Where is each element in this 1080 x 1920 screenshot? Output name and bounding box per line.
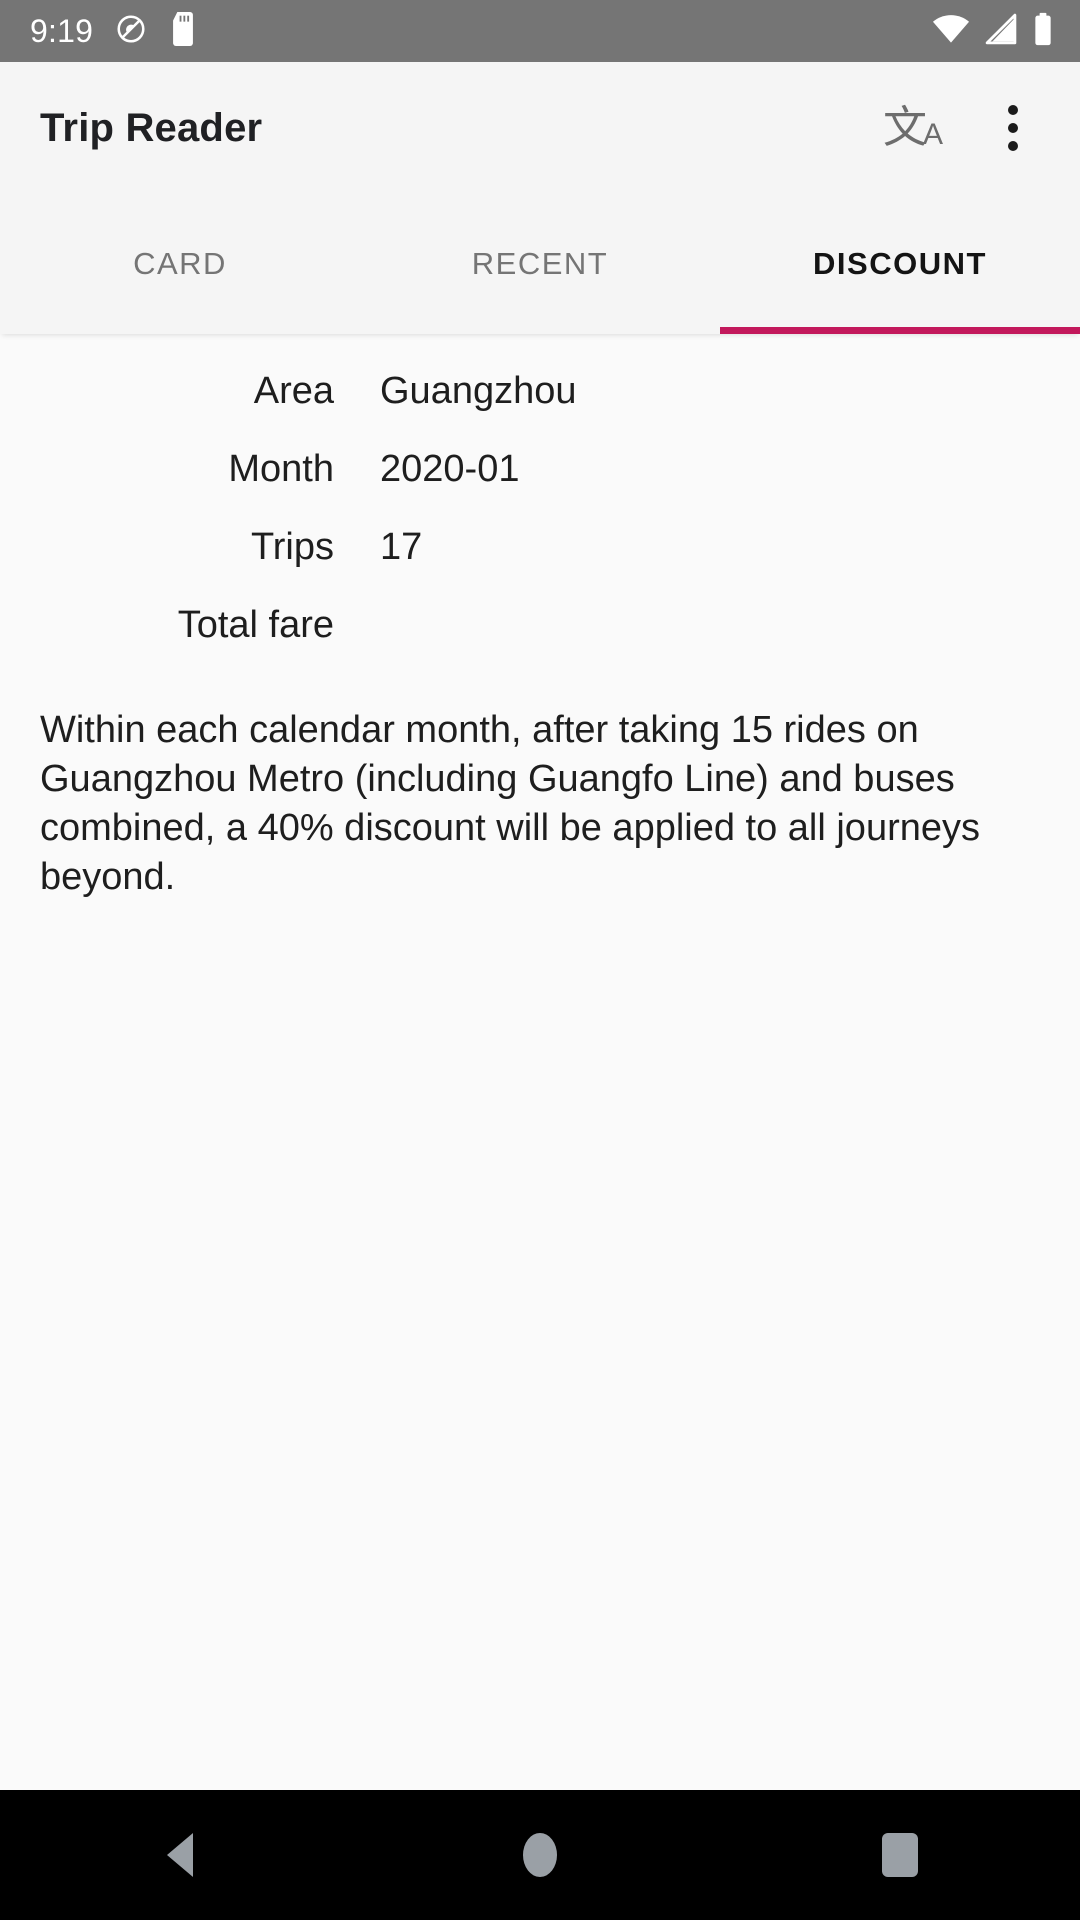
month-value: 2020-01	[380, 448, 520, 490]
tab-card-label: CARD	[133, 246, 227, 281]
navigation-bar	[0, 1790, 1080, 1920]
tab-recent[interactable]: RECENT	[360, 194, 720, 334]
sd-card-icon	[169, 11, 197, 51]
translate-icon: 文A	[883, 106, 943, 150]
status-clock: 9:19	[30, 13, 94, 49]
overflow-menu-button[interactable]	[974, 89, 1052, 167]
trips-value: 17	[380, 526, 423, 568]
nav-back-button[interactable]	[0, 1790, 360, 1920]
tab-discount-label: DISCOUNT	[813, 246, 987, 281]
wifi-icon	[932, 13, 970, 50]
page-title: Trip Reader	[40, 105, 263, 150]
area-value: Guangzhou	[380, 370, 577, 412]
tab-recent-label: RECENT	[471, 246, 609, 281]
trip-details-table: Area Guangzhou Month 2020-01 Trips 17 To…	[0, 334, 1080, 664]
nav-home-button[interactable]	[360, 1790, 720, 1920]
status-bar-right	[932, 12, 1054, 51]
phone-screen: 9:19 Trip Reader 文 A CARD RECENT DISCOUN…	[0, 0, 1080, 1920]
nav-recents-button[interactable]	[720, 1790, 1080, 1920]
active-tab-indicator	[720, 327, 1080, 334]
tab-discount[interactable]: DISCOUNT	[720, 194, 1080, 334]
month-label: Month	[228, 448, 334, 490]
trips-label: Trips	[250, 526, 334, 568]
app-bar-actions: 文A	[874, 89, 1052, 167]
status-bar-left: 9:19	[30, 11, 197, 51]
status-bar: 9:19	[0, 0, 1080, 62]
translate-button[interactable]: 文A	[874, 89, 952, 167]
table-row: Area Guangzhou	[0, 352, 1080, 430]
discount-description: Within each calendar month, after taking…	[40, 709, 980, 898]
overflow-menu-icon	[1008, 105, 1018, 151]
total-fare-label: Total fare	[177, 604, 334, 646]
app-bar: Trip Reader 文A	[0, 62, 1080, 194]
home-icon	[523, 1833, 557, 1877]
table-row: Total fare	[0, 586, 1080, 664]
tab-card[interactable]: CARD	[0, 194, 360, 334]
back-icon	[167, 1833, 193, 1877]
translate-icon-main: 文	[882, 103, 927, 152]
table-row: Trips 17	[0, 508, 1080, 586]
area-label: Area	[253, 370, 334, 412]
recents-icon	[882, 1833, 918, 1877]
cellular-signal-icon	[984, 13, 1018, 50]
do-not-disturb-icon	[115, 13, 147, 50]
table-row: Month 2020-01	[0, 430, 1080, 508]
translate-icon-sub: A	[922, 118, 943, 151]
discount-panel: Area Guangzhou Month 2020-01 Trips 17 To…	[0, 334, 1080, 1790]
battery-icon	[1032, 12, 1054, 51]
tab-bar: CARD RECENT DISCOUNT	[0, 194, 1080, 334]
